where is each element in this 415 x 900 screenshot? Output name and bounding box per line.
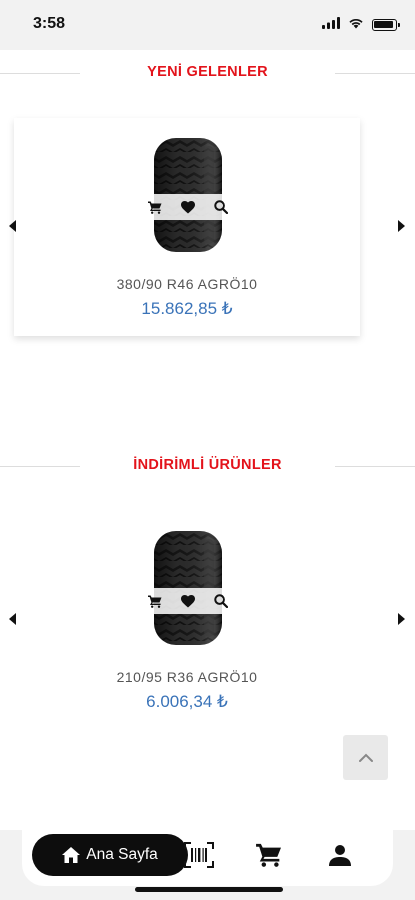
carousel-prev-button[interactable]: [5, 216, 21, 236]
cart-icon[interactable]: [142, 588, 168, 614]
section-header-new: YENİ GELENLER: [0, 64, 415, 84]
nav-cart-button[interactable]: [253, 840, 285, 870]
home-indicator: [135, 887, 283, 892]
status-time: 3:58: [33, 15, 66, 32]
product-actions: [138, 194, 238, 220]
section-header-discounted: İNDİRİMLİ ÜRÜNLER: [0, 457, 415, 477]
product-name[interactable]: 210/95 R36 AGRÖ10: [14, 669, 360, 685]
chevron-right-icon: [398, 613, 405, 625]
scroll-to-top-button[interactable]: [343, 735, 388, 780]
product-name[interactable]: 380/90 R46 AGRÖ10: [14, 276, 360, 292]
nav-home-button[interactable]: Ana Sayfa: [32, 834, 188, 876]
chevron-right-icon: [398, 220, 405, 232]
heart-icon[interactable]: [175, 588, 201, 614]
nav-home-label: Ana Sayfa: [86, 846, 158, 863]
section-title: YENİ GELENLER: [147, 64, 268, 80]
chevron-left-icon: [9, 613, 16, 625]
product-card[interactable]: 380/90 R46 AGRÖ10 15.862,85 ₺: [14, 118, 360, 336]
home-icon: [62, 847, 81, 863]
barcode-scan-icon: [184, 842, 214, 868]
product-actions: [138, 588, 238, 614]
nav-account-button[interactable]: [324, 840, 356, 870]
chevron-up-icon: [358, 753, 373, 762]
carousel-prev-button[interactable]: [5, 609, 21, 629]
product-card[interactable]: 210/95 R36 AGRÖ10 6.006,34 ₺: [14, 512, 360, 730]
carousel-next-button[interactable]: [393, 609, 409, 629]
carousel-next-button[interactable]: [393, 216, 409, 236]
product-price: 15.862,85 ₺: [141, 299, 233, 318]
battery-icon: [372, 19, 400, 31]
section-title: İNDİRİMLİ ÜRÜNLER: [133, 457, 282, 473]
cart-icon[interactable]: [142, 194, 168, 220]
nav-barcode-button[interactable]: [183, 840, 215, 870]
wifi-icon: [348, 16, 364, 34]
product-price: 6.006,34 ₺: [146, 692, 228, 711]
heart-icon[interactable]: [175, 194, 201, 220]
user-icon: [329, 845, 351, 866]
search-icon[interactable]: [208, 194, 234, 220]
search-icon[interactable]: [208, 588, 234, 614]
status-icons: [322, 16, 400, 34]
chevron-left-icon: [9, 220, 16, 232]
cart-icon: [256, 843, 281, 867]
status-bar: 3:58: [0, 0, 415, 50]
bottom-nav: Ana Sayfa: [22, 830, 393, 886]
signal-icon: [322, 16, 340, 34]
